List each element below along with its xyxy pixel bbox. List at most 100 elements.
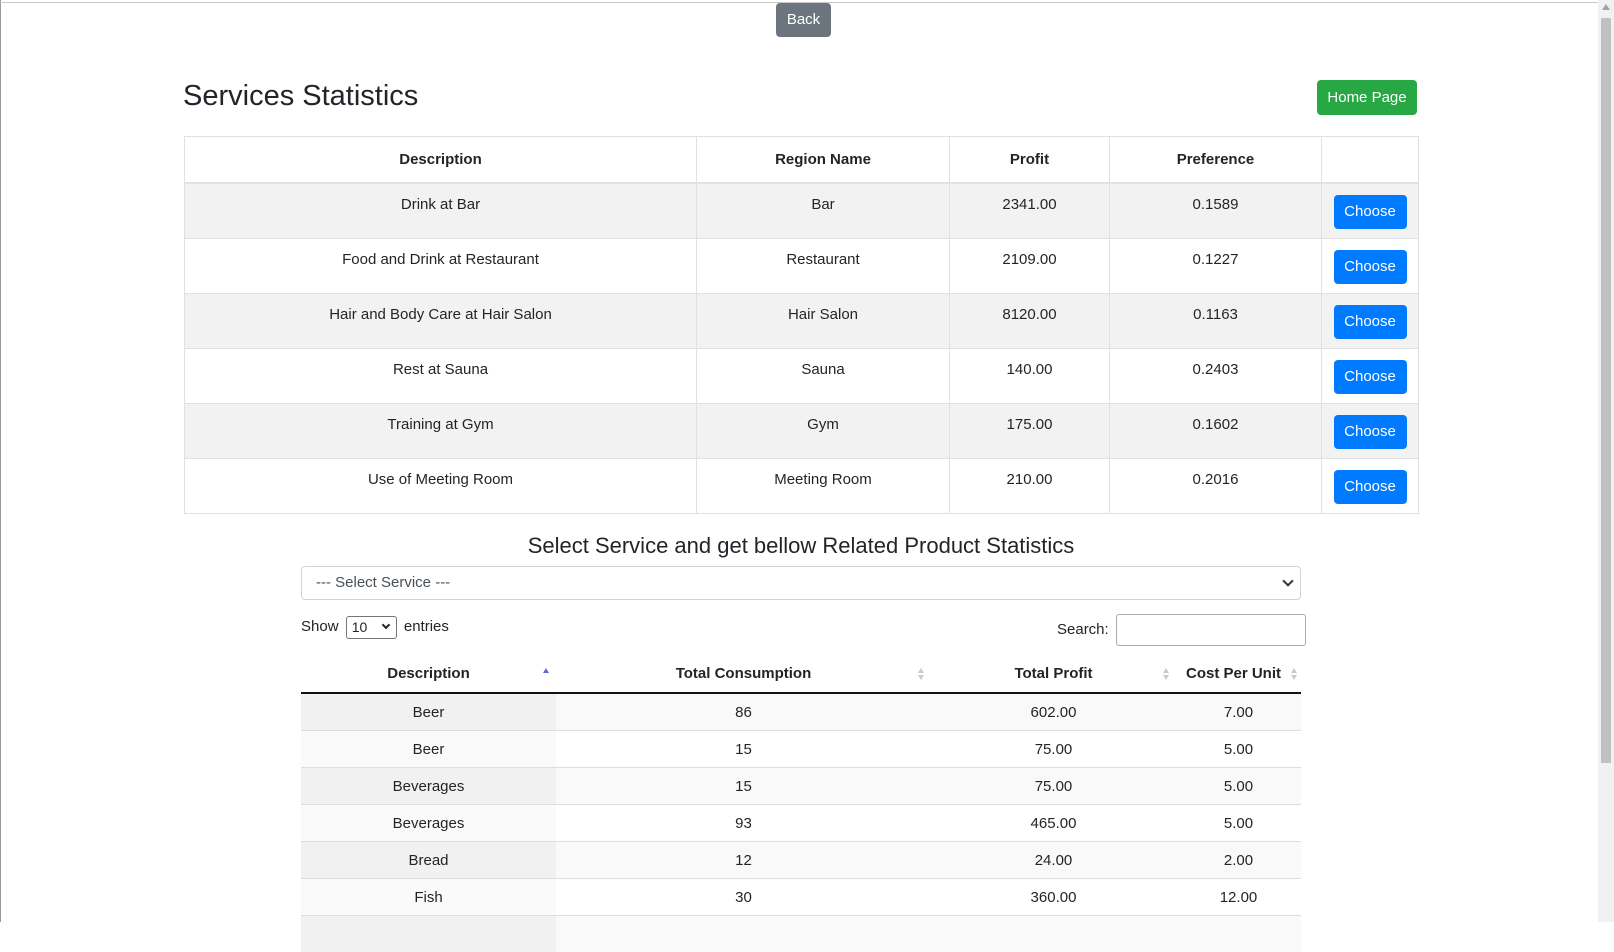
product-cost: 2.00	[1176, 842, 1301, 879]
scroll-up-arrow-icon[interactable]	[1602, 4, 1610, 10]
sort-ascending-icon	[543, 668, 550, 680]
service-profit: 2341.00	[950, 183, 1110, 238]
product-cost: 12.00	[1176, 879, 1301, 916]
window-left-border	[0, 0, 1, 922]
col-header-total-consumption[interactable]: Total Consumption	[556, 654, 931, 693]
product-profit: 24.00	[931, 842, 1176, 879]
service-region: Gym	[697, 403, 950, 458]
table-row: Hair and Body Care at Hair Salon Hair Sa…	[185, 293, 1419, 348]
service-preference: 0.2403	[1110, 348, 1322, 403]
table-row: Beer 86 602.00 7.00	[301, 693, 1301, 731]
service-description: Use of Meeting Room	[185, 458, 697, 513]
service-action-cell: Choose	[1322, 183, 1419, 238]
col-header-description[interactable]: Description	[301, 654, 556, 693]
table-row: Drink at Bar Bar 2341.00 0.1589 Choose	[185, 183, 1419, 238]
col-header-label: Total Consumption	[676, 665, 812, 682]
entries-select[interactable]: 10	[346, 616, 397, 639]
service-region: Sauna	[697, 348, 950, 403]
choose-button[interactable]: Choose	[1334, 305, 1407, 339]
back-button[interactable]: Back	[776, 3, 831, 37]
entries-select-value: 10	[352, 619, 368, 635]
product-description	[301, 916, 556, 952]
services-table: Description Region Name Profit Preferenc…	[184, 136, 1419, 514]
search-label: Search:	[1057, 621, 1109, 638]
col-header-label: Total Profit	[1014, 665, 1092, 682]
product-cost: 5.00	[1176, 768, 1301, 805]
service-action-cell: Choose	[1322, 238, 1419, 293]
product-consumption: 86	[556, 693, 931, 731]
product-cost: 5.00	[1176, 805, 1301, 842]
col-header-cost-per-unit[interactable]: Cost Per Unit	[1176, 654, 1301, 693]
page-title: Services Statistics	[183, 78, 418, 114]
service-preference: 0.1602	[1110, 403, 1322, 458]
table-row: Beer 15 75.00 5.00	[301, 731, 1301, 768]
col-header-preference: Preference	[1110, 137, 1322, 184]
product-profit	[931, 916, 1176, 952]
table-row: Training at Gym Gym 175.00 0.1602 Choose	[185, 403, 1419, 458]
table-row: Fish 30 360.00 12.00	[301, 879, 1301, 916]
col-header-description: Description	[185, 137, 697, 184]
table-row: Beverages 15 75.00 5.00	[301, 768, 1301, 805]
service-profit: 210.00	[950, 458, 1110, 513]
table-row: Rest at Sauna Sauna 140.00 0.2403 Choose	[185, 348, 1419, 403]
product-consumption: 15	[556, 768, 931, 805]
service-preference: 0.1163	[1110, 293, 1322, 348]
product-description: Beverages	[301, 768, 556, 805]
col-header-total-profit[interactable]: Total Profit	[931, 654, 1176, 693]
service-profit: 140.00	[950, 348, 1110, 403]
products-header-row: Description Total Consumption Total Prof…	[301, 654, 1301, 693]
sort-icon	[1291, 668, 1298, 680]
service-action-cell: Choose	[1322, 458, 1419, 513]
service-select[interactable]: --- Select Service ---	[301, 566, 1301, 600]
col-header-action	[1322, 137, 1419, 184]
table-row: Use of Meeting Room Meeting Room 210.00 …	[185, 458, 1419, 513]
product-description: Beer	[301, 731, 556, 768]
product-consumption: 93	[556, 805, 931, 842]
col-header-profit: Profit	[950, 137, 1110, 184]
scrollbar-thumb[interactable]	[1601, 18, 1611, 763]
vertical-scrollbar[interactable]	[1598, 0, 1614, 922]
show-label: Show	[301, 618, 339, 635]
product-cost	[1176, 916, 1301, 952]
product-cost: 7.00	[1176, 693, 1301, 731]
service-description: Food and Drink at Restaurant	[185, 238, 697, 293]
choose-button[interactable]: Choose	[1334, 360, 1407, 394]
product-cost: 5.00	[1176, 731, 1301, 768]
product-consumption: 12	[556, 842, 931, 879]
choose-button[interactable]: Choose	[1334, 195, 1407, 229]
table-row: Beverages 93 465.00 5.00	[301, 805, 1301, 842]
product-profit: 360.00	[931, 879, 1176, 916]
sort-icon	[918, 668, 925, 680]
service-description: Training at Gym	[185, 403, 697, 458]
service-description: Drink at Bar	[185, 183, 697, 238]
service-region: Bar	[697, 183, 950, 238]
product-profit: 465.00	[931, 805, 1176, 842]
product-consumption: 15	[556, 731, 931, 768]
search-input[interactable]	[1116, 614, 1306, 646]
col-header-label: Cost Per Unit	[1186, 665, 1281, 682]
service-region: Hair Salon	[697, 293, 950, 348]
service-select-value: --- Select Service ---	[316, 574, 450, 591]
table-row	[301, 916, 1301, 952]
service-region: Restaurant	[697, 238, 950, 293]
choose-button[interactable]: Choose	[1334, 470, 1407, 504]
entries-label: entries	[404, 618, 449, 635]
entries-length-control: Show 10 entries	[301, 615, 449, 639]
product-profit: 602.00	[931, 693, 1176, 731]
service-description: Hair and Body Care at Hair Salon	[185, 293, 697, 348]
choose-button[interactable]: Choose	[1334, 250, 1407, 284]
table-search: Search:	[1057, 614, 1306, 646]
choose-button[interactable]: Choose	[1334, 415, 1407, 449]
home-page-button[interactable]: Home Page	[1317, 80, 1417, 115]
product-section-title: Select Service and get bellow Related Pr…	[301, 531, 1301, 561]
service-preference: 0.2016	[1110, 458, 1322, 513]
service-description: Rest at Sauna	[185, 348, 697, 403]
product-profit: 75.00	[931, 768, 1176, 805]
product-description: Fish	[301, 879, 556, 916]
sort-icon	[1163, 668, 1170, 680]
service-region: Meeting Room	[697, 458, 950, 513]
service-action-cell: Choose	[1322, 403, 1419, 458]
service-action-cell: Choose	[1322, 293, 1419, 348]
products-table: Description Total Consumption Total Prof…	[301, 654, 1301, 952]
services-header-row: Description Region Name Profit Preferenc…	[185, 137, 1419, 184]
